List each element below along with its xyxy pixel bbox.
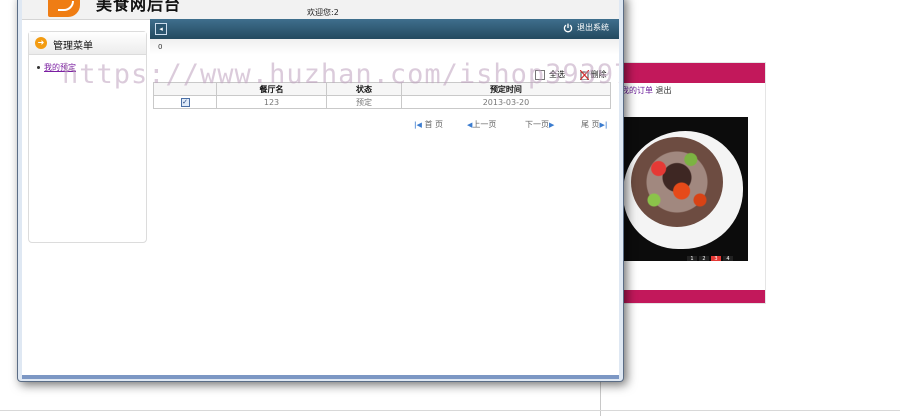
- cell-restaurant: 123: [215, 95, 328, 109]
- cell-time: 2013-03-20: [400, 95, 612, 109]
- prev-page-label: 上一页: [472, 120, 497, 129]
- site-logo-text: 美食网后台: [96, 0, 182, 14]
- background-page-bottom-line: [0, 410, 900, 411]
- slide-dot-active[interactable]: 3: [711, 256, 721, 261]
- first-page-icon: |◀: [414, 121, 422, 129]
- arrow-right-icon: ➜: [35, 37, 47, 49]
- row-select-cell: ✓: [153, 95, 217, 109]
- last-page-label: 尾 页: [581, 120, 600, 129]
- logout-button[interactable]: 退出系统: [563, 22, 609, 34]
- slide-dot[interactable]: 2: [699, 256, 709, 261]
- last-page-button[interactable]: 尾 页▶|: [581, 119, 608, 130]
- welcome-text: 欢迎您:2: [307, 8, 339, 17]
- row-checkbox-checked[interactable]: ✓: [180, 97, 190, 107]
- ad-link-orders[interactable]: 我的订单: [621, 86, 653, 95]
- admin-client-area: 美食网后台 欢迎您:2 ◂ 退出系统 0 ➜ 管理菜单 我的预定 全选 删除 餐…: [22, 0, 619, 375]
- next-page-button[interactable]: 下一页▶: [525, 119, 554, 130]
- ad-bottom-band: [619, 290, 765, 303]
- sidebar-title: 管理菜单: [53, 41, 93, 52]
- slide-dot[interactable]: 4: [723, 256, 733, 261]
- header-bar: 美食网后台 欢迎您:2: [22, 0, 619, 20]
- bullet-icon: [37, 66, 40, 69]
- food-photo: 1234: [621, 117, 748, 261]
- first-page-label: 首 页: [424, 120, 444, 129]
- background-ad-panel: 我的订单 退出 1234: [618, 62, 766, 304]
- last-page-icon: ▶|: [599, 121, 608, 129]
- window-bottom-frame: [22, 375, 619, 379]
- watermark-text: https://www.huzhan.com/ishop39397: [62, 59, 619, 90]
- cell-status: 预定: [326, 95, 402, 109]
- ad-top-band: [619, 63, 765, 83]
- next-page-label: 下一页: [525, 120, 549, 129]
- logout-label: 退出系统: [577, 23, 609, 32]
- admin-window: 美食网后台 欢迎您:2 ◂ 退出系统 0 ➜ 管理菜单 我的预定 全选 删除 餐…: [17, 0, 624, 382]
- ad-link-exit[interactable]: 退出: [656, 86, 672, 95]
- ad-links: 我的订单 退出: [621, 85, 672, 96]
- collapse-sidebar-icon[interactable]: ◂: [155, 23, 167, 35]
- slide-dot[interactable]: 1: [687, 256, 697, 261]
- sub-toolbar-text: 0: [158, 43, 163, 51]
- next-page-icon: ▶: [549, 121, 555, 129]
- power-icon: [563, 23, 573, 32]
- slide-pager: 1234: [687, 253, 735, 261]
- first-page-button[interactable]: |◀ 首 页: [414, 119, 443, 130]
- stir-fry-image: [631, 137, 723, 227]
- prev-page-button[interactable]: ◀上一页: [467, 119, 496, 130]
- nav-bar: ◂ 退出系统: [150, 19, 619, 39]
- sidebar-header: ➜ 管理菜单: [29, 32, 146, 55]
- table-row: ✓ 123 预定 2013-03-20: [153, 95, 612, 109]
- sub-toolbar: 0: [150, 39, 619, 55]
- logo-icon: [48, 0, 80, 17]
